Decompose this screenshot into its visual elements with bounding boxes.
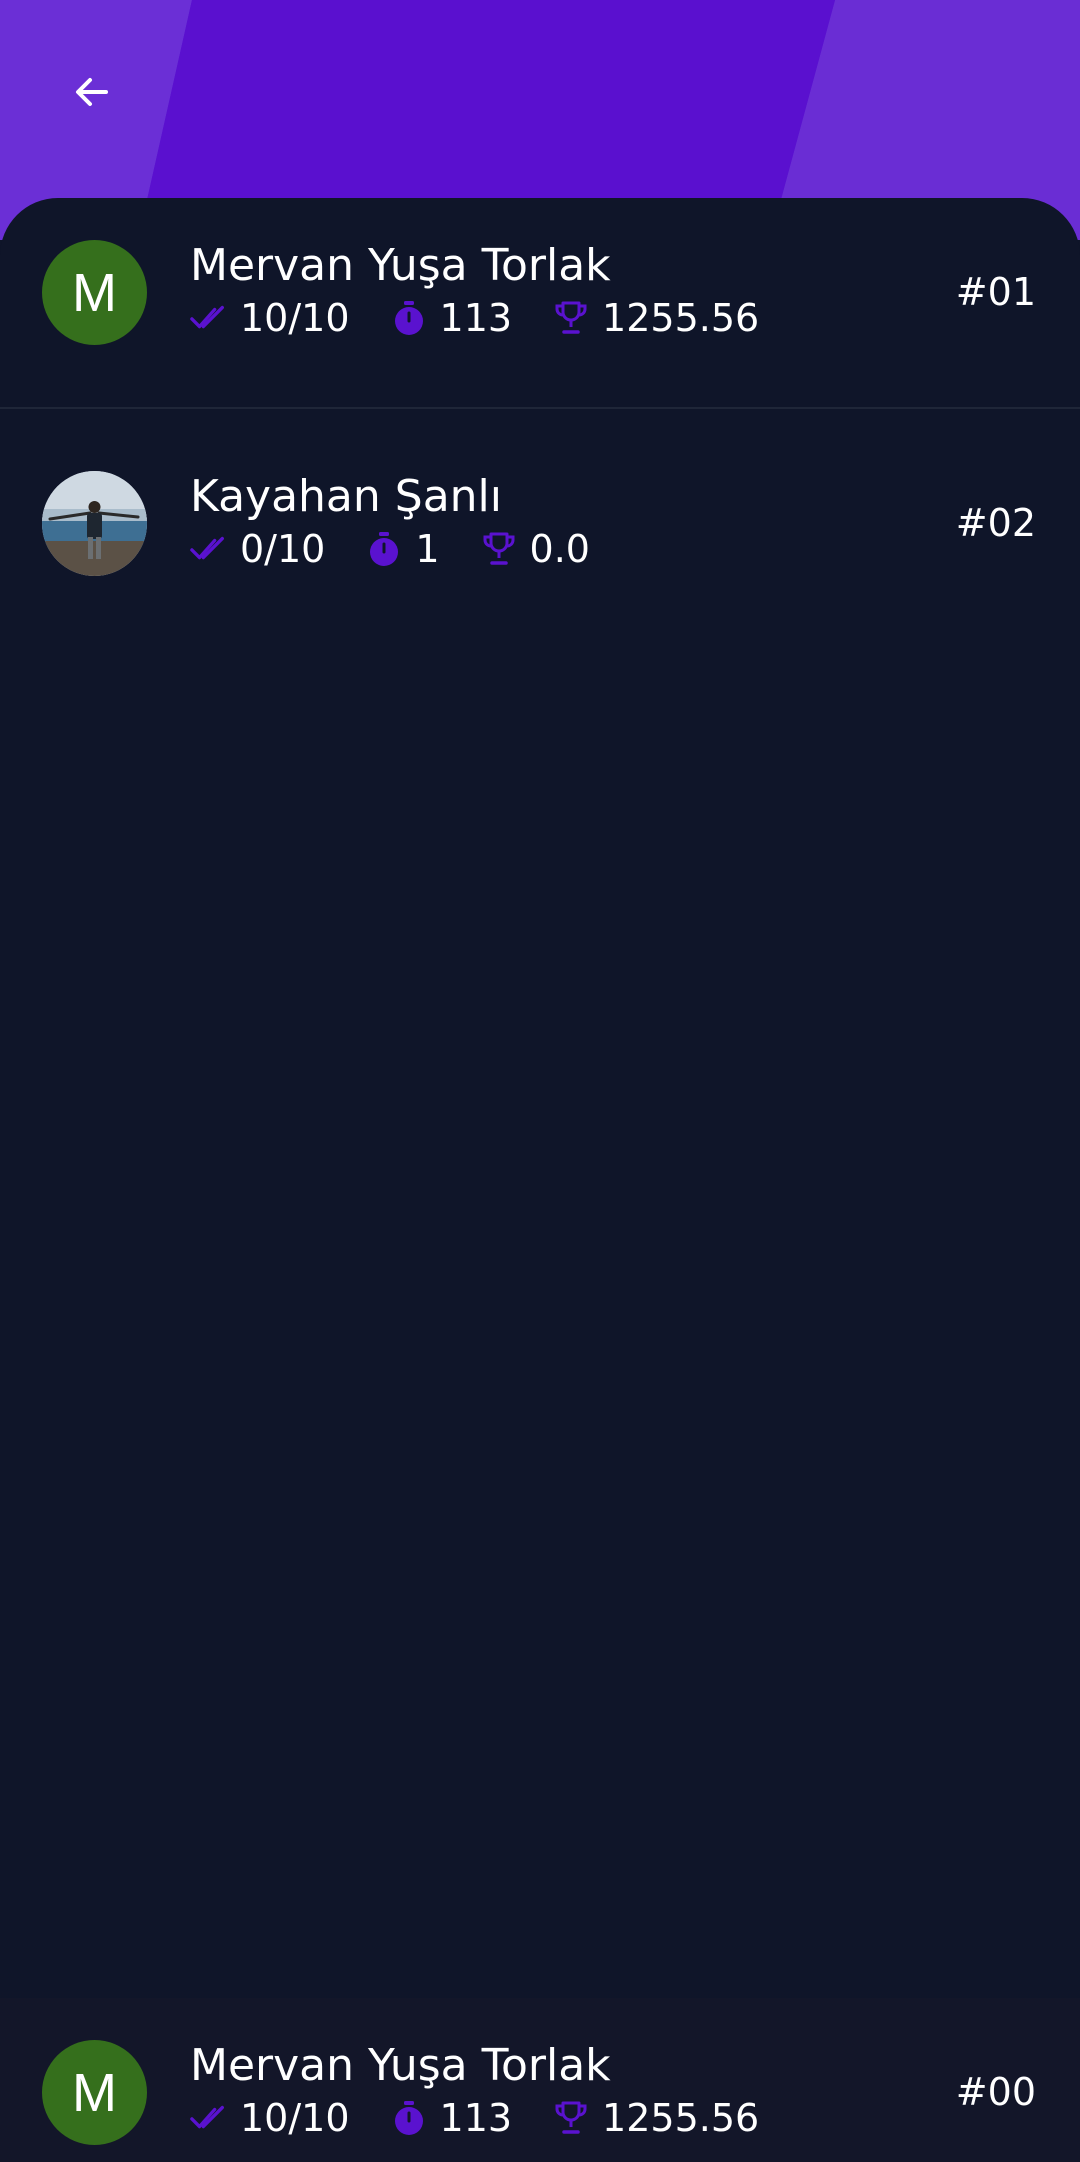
correct-stat: 10/10	[190, 296, 350, 340]
trophy-icon	[480, 530, 518, 568]
avatar-letter: M	[72, 262, 117, 323]
avatar-letter: M	[72, 2062, 117, 2123]
score-value: 0.0	[529, 527, 590, 571]
double-check-icon	[190, 299, 228, 337]
avatar: M	[42, 240, 147, 345]
time-stat: 1	[365, 527, 440, 571]
score-stat: 1255.56	[552, 2096, 759, 2140]
rank-label: #01	[955, 270, 1036, 314]
stopwatch-icon	[390, 2099, 428, 2137]
arrow-left-icon	[76, 78, 108, 106]
correct-value: 10/10	[240, 2096, 350, 2140]
score-stat: 1255.56	[552, 296, 759, 340]
rank-label: #02	[955, 501, 1036, 545]
player-stats: 0/10 1 0.0	[190, 527, 630, 571]
avatar-photo	[42, 471, 147, 576]
trophy-icon	[552, 299, 590, 337]
avatar	[42, 471, 147, 576]
correct-value: 0/10	[240, 527, 326, 571]
leaderboard-list: M Mervan Yuşa Torlak 10/10 113 1255.56 #…	[0, 198, 1080, 1998]
correct-stat: 0/10	[190, 527, 325, 571]
correct-value: 10/10	[240, 296, 350, 340]
score-value: 1255.56	[602, 2096, 760, 2140]
trophy-icon	[552, 2099, 590, 2137]
player-name: Kayahan Şanlı	[190, 471, 502, 522]
time-value: 1	[415, 527, 440, 571]
player-stats: 10/10 113 1255.56	[190, 2096, 799, 2140]
time-value: 113	[439, 296, 513, 340]
time-stat: 113	[390, 296, 513, 340]
avatar: M	[42, 2040, 147, 2145]
back-button[interactable]	[62, 62, 122, 122]
time-value: 113	[439, 2096, 513, 2140]
stopwatch-icon	[390, 299, 428, 337]
current-user-bar[interactable]: M Mervan Yuşa Torlak 10/10 113 1255.56 #…	[0, 1998, 1080, 2162]
double-check-icon	[190, 2099, 228, 2137]
player-name: Mervan Yuşa Torlak	[190, 240, 611, 291]
time-stat: 113	[390, 2096, 513, 2140]
stopwatch-icon	[365, 530, 403, 568]
correct-stat: 10/10	[190, 2096, 350, 2140]
double-check-icon	[190, 530, 228, 568]
score-stat: 0.0	[480, 527, 590, 571]
rank-label: #00	[955, 2070, 1036, 2114]
player-stats: 10/10 113 1255.56	[190, 296, 799, 340]
list-item[interactable]: Kayahan Şanlı 0/10 1 0.0 #02	[0, 408, 1080, 638]
list-item[interactable]: M Mervan Yuşa Torlak 10/10 113 1255.56 #…	[0, 198, 1080, 409]
player-name: Mervan Yuşa Torlak	[190, 2040, 611, 2091]
score-value: 1255.56	[602, 296, 760, 340]
